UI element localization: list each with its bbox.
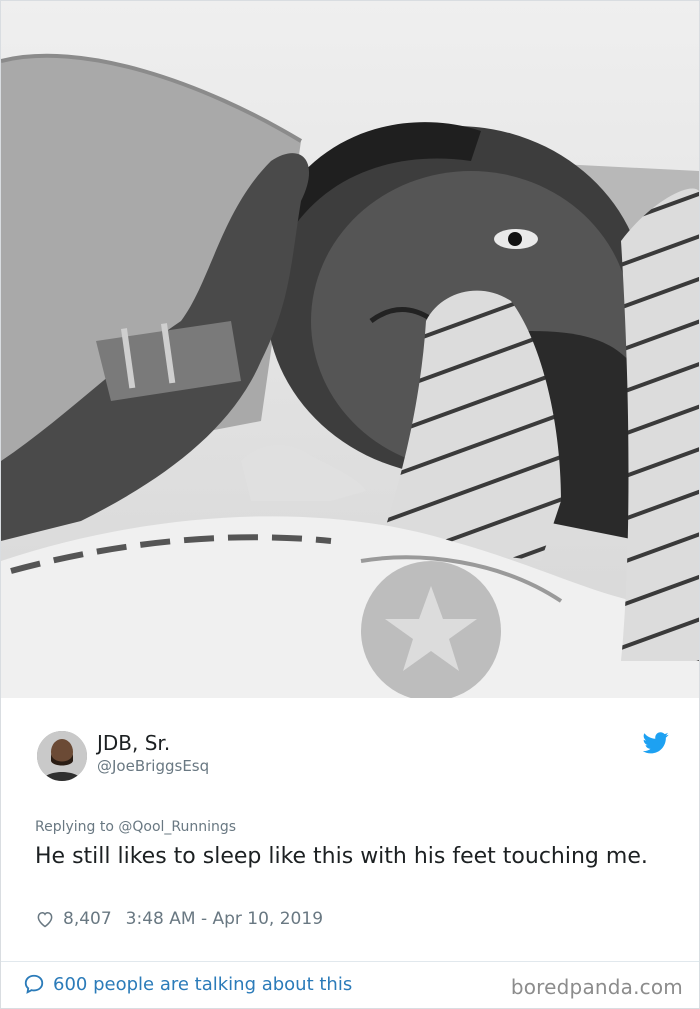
conversation-link[interactable]: 600 people are talking about this xyxy=(23,973,352,995)
photo-father-child-sleeping xyxy=(1,1,699,698)
author-name[interactable]: JDB, Sr. xyxy=(97,731,170,755)
avatar-image xyxy=(37,731,87,781)
avatar[interactable] xyxy=(37,731,87,781)
watermark: boredpanda.com xyxy=(510,975,683,999)
like-count[interactable]: 8,407 xyxy=(63,909,112,929)
tweet-photo[interactable] xyxy=(1,1,699,698)
tweet-text: He still likes to sleep like this with h… xyxy=(35,844,648,869)
tweet-meta: 8,407 3:48 AM - Apr 10, 2019 xyxy=(35,909,323,929)
divider xyxy=(1,961,699,962)
heart-icon[interactable] xyxy=(35,909,55,929)
speech-bubble-icon xyxy=(23,973,45,995)
author-handle[interactable]: @JoeBriggsEsq xyxy=(97,757,209,775)
replying-to[interactable]: Replying to @Qool_Runnings xyxy=(35,819,236,835)
tweet-card: JDB, Sr. @JoeBriggsEsq Replying to @Qool… xyxy=(0,0,700,1009)
twitter-bird-icon[interactable] xyxy=(642,732,669,754)
timestamp[interactable]: 3:48 AM - Apr 10, 2019 xyxy=(126,909,323,929)
conversation-label: 600 people are talking about this xyxy=(53,973,353,995)
